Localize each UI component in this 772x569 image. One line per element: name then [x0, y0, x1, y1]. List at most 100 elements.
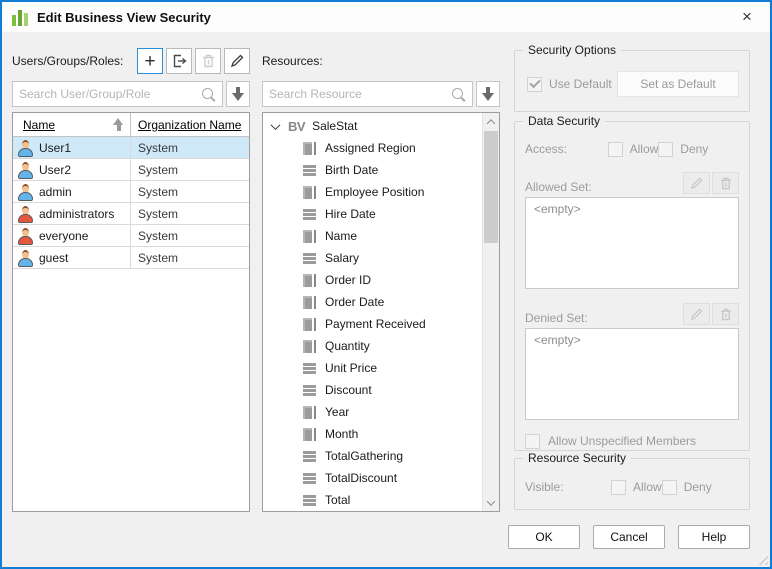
tree-item[interactable]: TotalGathering: [263, 445, 481, 467]
table-row[interactable]: User1 System: [13, 137, 249, 159]
user-red-icon: [17, 228, 33, 244]
tree-item-label: Order ID: [325, 273, 371, 287]
tree-item[interactable]: Order Date: [263, 291, 481, 313]
user-blue-icon: [17, 140, 33, 156]
data-security-title: Data Security: [523, 114, 605, 128]
add-user-button[interactable]: +: [137, 48, 163, 74]
measure-icon: [303, 165, 316, 176]
table-row[interactable]: everyone System: [13, 225, 249, 247]
edit-allowed-set-button[interactable]: [683, 172, 710, 194]
org-name: System: [138, 141, 178, 155]
edit-denied-set-button[interactable]: [683, 303, 710, 325]
denied-set-list[interactable]: <empty>: [525, 328, 739, 420]
trash-icon: [720, 308, 732, 321]
visible-allow-label: Allow: [633, 480, 662, 494]
org-name: System: [138, 163, 178, 177]
delete-user-button[interactable]: [195, 48, 221, 74]
column-header-name[interactable]: Name: [13, 113, 131, 136]
scroll-down-icon[interactable]: [483, 494, 499, 511]
down-arrow-icon: [482, 87, 495, 101]
dimension-icon: [303, 186, 316, 199]
users-panel-label: Users/Groups/Roles:: [12, 54, 123, 68]
org-name: System: [138, 229, 178, 243]
table-row[interactable]: admin System: [13, 181, 249, 203]
cancel-button[interactable]: Cancel: [593, 525, 665, 549]
users-table-header: Name Organization Name: [13, 113, 249, 137]
user-search-input[interactable]: [19, 87, 201, 101]
clear-allowed-set-button[interactable]: [712, 172, 739, 194]
down-arrow-icon: [232, 87, 245, 101]
close-icon[interactable]: ×: [734, 5, 760, 29]
allowed-set-value: <empty>: [534, 202, 581, 216]
chevron-down-icon[interactable]: [271, 120, 281, 130]
tree-item[interactable]: Payment Received: [263, 313, 481, 335]
app-logo-icon: [12, 8, 28, 26]
tree-root-salestat[interactable]: BV SaleStat: [263, 115, 481, 137]
security-panel: Security Options Use Default Set as Defa…: [514, 46, 750, 510]
tree-item-label: Assigned Region: [325, 141, 416, 155]
tree-item-label: Payment Received: [325, 317, 426, 331]
tree-item[interactable]: Year: [263, 401, 481, 423]
tree-item[interactable]: Salary: [263, 247, 481, 269]
allowed-set-list[interactable]: <empty>: [525, 197, 739, 289]
org-name: System: [138, 207, 178, 221]
allow-unspecified-checkbox[interactable]: [525, 434, 540, 449]
help-button[interactable]: Help: [678, 525, 750, 549]
tree-item[interactable]: Unit Price: [263, 357, 481, 379]
allowed-set-label: Allowed Set:: [525, 180, 592, 194]
edit-icon: [690, 177, 703, 190]
tree-item[interactable]: Order ID: [263, 269, 481, 291]
tree-item-label: Name: [325, 229, 357, 243]
visible-allow-checkbox[interactable]: [611, 480, 626, 495]
add-icon: +: [144, 52, 155, 71]
tree-item-label: Year: [325, 405, 349, 419]
ok-button[interactable]: OK: [508, 525, 580, 549]
access-allow-checkbox[interactable]: [608, 142, 623, 157]
table-row[interactable]: administrators System: [13, 203, 249, 225]
search-icon: [201, 87, 216, 102]
access-deny-checkbox[interactable]: [658, 142, 673, 157]
tree-item-label: Employee Position: [325, 185, 424, 199]
scrollbar-thumb[interactable]: [484, 131, 498, 243]
export-user-icon: [172, 54, 187, 68]
resize-grip[interactable]: [755, 552, 768, 565]
tree-item[interactable]: Total: [263, 489, 481, 511]
clear-denied-set-button[interactable]: [712, 303, 739, 325]
tree-root-label: SaleStat: [312, 119, 357, 133]
measure-icon: [303, 473, 316, 484]
tree-item[interactable]: Name: [263, 225, 481, 247]
tree-item[interactable]: Month: [263, 423, 481, 445]
measure-icon: [303, 209, 316, 220]
tree-item[interactable]: Assigned Region: [263, 137, 481, 159]
tree-scrollbar[interactable]: [482, 113, 499, 511]
set-as-default-button[interactable]: Set as Default: [617, 71, 739, 97]
sort-asc-icon: [112, 118, 125, 131]
tree-item[interactable]: Hire Date: [263, 203, 481, 225]
access-allow-label: Allow: [630, 142, 659, 156]
user-red-icon: [17, 206, 33, 222]
resource-search-go-button[interactable]: [476, 81, 500, 107]
visible-deny-checkbox[interactable]: [662, 480, 677, 495]
tree-item[interactable]: Discount: [263, 379, 481, 401]
tree-item[interactable]: TotalDiscount: [263, 467, 481, 489]
user-blue-icon: [17, 250, 33, 266]
edit-user-button[interactable]: [224, 48, 250, 74]
tree-item[interactable]: Birth Date: [263, 159, 481, 181]
tree-item[interactable]: Quantity: [263, 335, 481, 357]
user-search-go-button[interactable]: [226, 81, 250, 107]
user-blue-icon: [17, 162, 33, 178]
user-blue-icon: [17, 184, 33, 200]
column-header-organization[interactable]: Organization Name: [131, 113, 249, 136]
table-row[interactable]: guest System: [13, 247, 249, 269]
org-name: System: [138, 185, 178, 199]
tree-item[interactable]: Employee Position: [263, 181, 481, 203]
tree-item-label: Quantity: [325, 339, 370, 353]
measure-icon: [303, 253, 316, 264]
business-view-icon: BV: [288, 119, 305, 134]
export-user-button[interactable]: [166, 48, 192, 74]
use-default-checkbox[interactable]: [527, 77, 542, 92]
resource-search-input[interactable]: [269, 87, 451, 101]
titlebar: Edit Business View Security ×: [2, 2, 770, 32]
scroll-up-icon[interactable]: [483, 113, 499, 130]
table-row[interactable]: User2 System: [13, 159, 249, 181]
